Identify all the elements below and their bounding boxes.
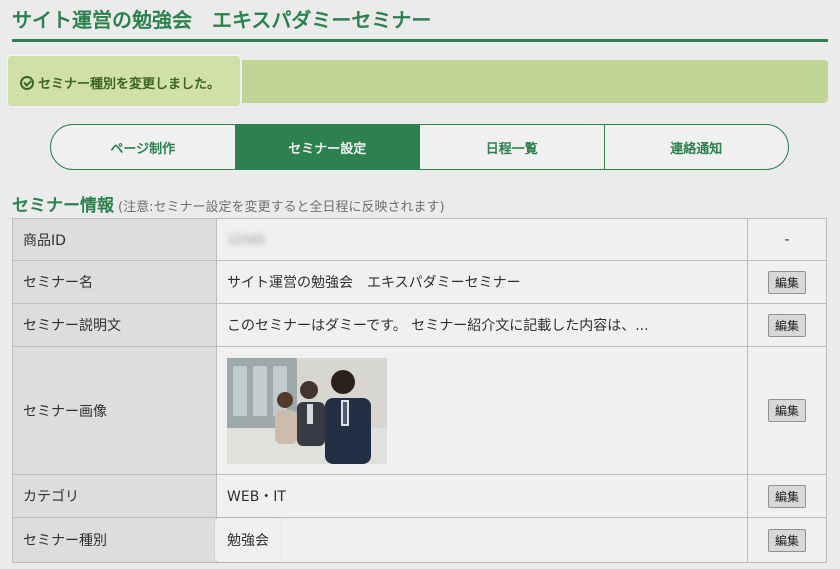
edit-button[interactable]: 編集 — [767, 399, 806, 422]
row-label: セミナー名 — [12, 260, 217, 304]
table-row: セミナー画像 編集 — [12, 346, 827, 475]
row-label: カテゴリ — [12, 474, 217, 518]
row-value — [216, 346, 748, 475]
table-row: セミナー説明文 このセミナーはダミーです。 セミナー紹介文に記載した内容は、..… — [12, 303, 827, 347]
alert-message: セミナー種別を変更しました。 — [20, 73, 220, 92]
tab-seminar-settings[interactable]: セミナー設定 — [234, 125, 419, 169]
table-row: 商品ID 12345 - — [12, 218, 827, 261]
section-note: (注意:セミナー設定を変更すると全日程に反映されます) — [118, 200, 445, 215]
row-value: WEB・IT — [216, 474, 748, 518]
table-row: セミナー名 サイト運営の勉強会 エキスパダミーセミナー 編集 — [12, 260, 827, 304]
row-label: セミナー説明文 — [12, 303, 217, 347]
tab-schedule-list[interactable]: 日程一覧 — [419, 125, 604, 169]
edit-button[interactable]: 編集 — [767, 313, 806, 337]
check-circle-icon — [20, 76, 34, 90]
tab-notifications[interactable]: 連絡通知 — [603, 125, 789, 169]
section-header: セミナー情報 (注意:セミナー設定を変更すると全日程に反映されます) — [12, 191, 445, 216]
edit-button[interactable]: 編集 — [767, 270, 806, 294]
row-value: 勉強会 — [215, 517, 748, 563]
product-id-value: 12345 — [227, 232, 266, 247]
row-label: セミナー種別 — [12, 517, 217, 563]
seminar-type-value: 勉強会 — [215, 518, 281, 562]
seminar-info-table: 商品ID 12345 - セミナー名 サイト運営の勉強会 エキスパダミーセミナー… — [12, 218, 827, 563]
seminar-image — [227, 357, 387, 464]
row-value: 12345 — [216, 218, 748, 261]
edit-button[interactable]: 編集 — [767, 484, 806, 508]
row-label: セミナー画像 — [12, 346, 217, 475]
edit-button[interactable]: 編集 — [767, 528, 806, 552]
success-alert: セミナー種別を変更しました。 — [6, 54, 828, 108]
table-row: カテゴリ WEB・IT 編集 — [12, 474, 827, 518]
row-label: 商品ID — [12, 218, 217, 261]
page-title: サイト運営の勉強会 エキスパダミーセミナー — [12, 6, 828, 42]
row-value: サイト運営の勉強会 エキスパダミーセミナー — [216, 260, 748, 304]
row-value: このセミナーはダミーです。 セミナー紹介文に記載した内容は、... — [216, 303, 748, 347]
section-title: セミナー情報 — [12, 196, 114, 216]
tab-page-creation[interactable]: ページ制作 — [51, 125, 235, 169]
seminar-tabs: ページ制作 セミナー設定 日程一覧 連絡通知 — [50, 124, 789, 170]
table-row: セミナー種別 勉強会 編集 — [12, 517, 827, 563]
row-action-placeholder: - — [747, 218, 827, 261]
